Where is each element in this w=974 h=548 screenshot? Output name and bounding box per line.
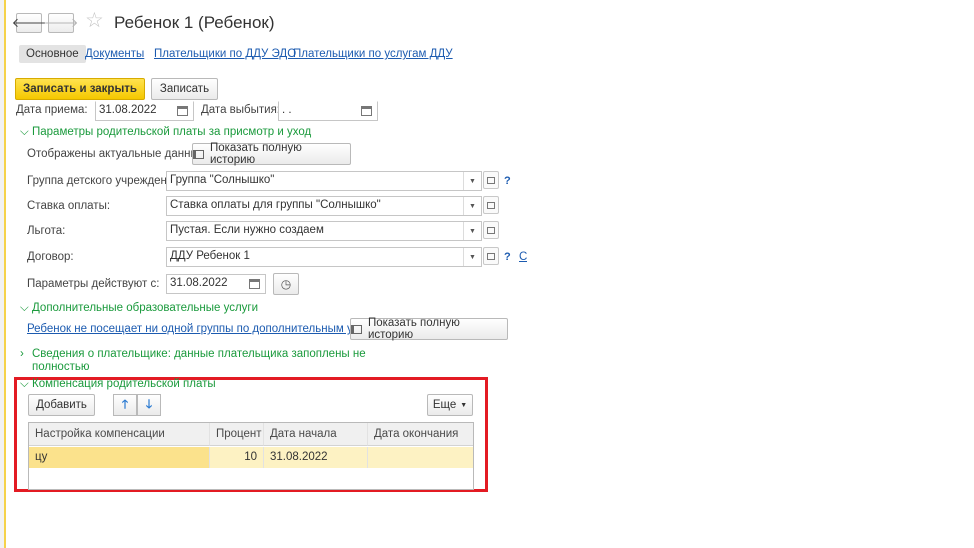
column-header[interactable]: Дата начала [264,423,368,446]
open-icon [487,201,495,209]
back-button[interactable]: 🡐 [12,13,46,33]
dropdown-arrow-icon[interactable]: ▼ [463,222,481,240]
group-select[interactable]: Группа "Солнышко" ▼ [166,171,482,191]
contract-label: Договор: [27,251,74,263]
help-icon[interactable]: ? [504,175,511,187]
history-list-icon [351,324,362,334]
arrow-left-icon: 🡐 [11,15,47,30]
payer-section-title-line1: Сведения о плательщике: данные плательщи… [32,348,366,360]
compensation-section-header[interactable]: ⌵ Компенсация родительской платы [20,378,216,391]
table-cell-start-date[interactable]: 31.08.2022 [264,447,368,468]
history-list-icon [193,149,204,159]
fee-section-header[interactable]: ⌵ Параметры родительской платы за присмот… [20,126,311,139]
leave-date-field[interactable]: . . [278,101,378,121]
show-history-label: Показать полную историю [209,142,302,166]
more-button[interactable]: Еще ▼ [427,394,473,416]
admit-date-value: 31.08.2022 [99,104,157,116]
show-history-button[interactable]: Показать полную историю [192,142,351,166]
tab-payers-services[interactable]: Плательщики по услугам ДДУ [293,48,453,60]
chevron-down-icon: ⌵ [20,378,29,390]
show-history-button[interactable]: Показать полную историю [350,317,508,341]
params-from-label: Параметры действуют с: [27,278,160,290]
fee-section-title: Параметры родительской платы за присмотр… [32,126,312,138]
dropdown-arrow-icon[interactable]: ▼ [463,172,481,190]
arrow-right-icon: 🡒 [43,15,79,30]
leave-date-label: Дата выбытия: [201,104,281,116]
table-cell-end-date[interactable] [368,447,473,468]
history-button[interactable]: ◷ [273,273,299,295]
benefit-label: Льгота: [27,225,66,237]
open-icon [487,252,495,260]
benefit-select[interactable]: Пустая. Если нужно создаем ▼ [166,221,482,241]
favorite-star-icon[interactable]: ☆ [85,10,104,31]
params-date-field[interactable]: 31.08.2022 [166,274,266,294]
open-item-button[interactable] [483,196,499,214]
help-icon[interactable]: ? [504,251,511,263]
rate-select[interactable]: Ставка оплаты для группы "Солнышко" ▼ [166,196,482,216]
chevron-right-icon: › [20,348,24,360]
actual-data-text: Отображены актуальные данные [27,148,206,160]
arrow-up-icon: 🡑 [121,396,129,411]
open-item-button[interactable] [483,171,499,189]
arrow-down-icon: 🡓 [145,396,153,411]
page-title: Ребенок 1 (Ребенок) [114,13,275,32]
save-and-close-button[interactable]: Записать и закрыть [15,78,145,100]
rate-label: Ставка оплаты: [27,200,111,212]
dropdown-arrow-icon[interactable]: ▼ [463,248,481,266]
forward-button[interactable]: 🡒 [44,13,78,33]
tab-payers-edo[interactable]: Плательщики по ДДУ ЭДО [154,48,296,60]
column-header[interactable]: Настройка компенсации [29,423,210,446]
form-accent-stripe [4,0,6,548]
open-icon [487,176,495,184]
payer-section-title-line2: полностью [32,361,90,373]
params-date-value: 31.08.2022 [170,277,228,289]
payer-section-header[interactable]: › Сведения о плательщике: данные плательщ… [20,348,366,374]
open-item-button[interactable] [483,247,499,265]
table-cell-setting[interactable]: цу [29,447,210,468]
contract-select[interactable]: ДДУ Ребенок 1 ▼ [166,247,482,267]
show-history-label: Показать полную историю [367,317,460,341]
leave-date-value: . . [282,104,292,116]
column-header[interactable]: Дата окончания [368,423,473,446]
compensation-title: Компенсация родительской платы [32,378,216,390]
group-label: Группа детского учреждения: [27,175,183,187]
chevron-down-icon: ⌵ [20,302,29,314]
extra-services-header[interactable]: ⌵ Дополнительные образовательные услуги [20,302,258,315]
benefit-value: Пустая. Если нужно создаем [170,224,324,236]
clock-icon: ◷ [280,277,292,291]
admit-date-field[interactable]: 31.08.2022 [95,101,194,121]
compensation-table[interactable]: Настройка компенсации Процент Дата начал… [28,422,474,490]
extra-services-title: Дополнительные образовательные услуги [32,302,259,314]
rate-value: Ставка оплаты для группы "Солнышко" [170,199,381,211]
more-label: Еще [432,399,457,411]
tab-documents[interactable]: Документы [85,48,144,60]
open-item-button[interactable] [483,221,499,239]
contract-value: ДДУ Ребенок 1 [170,250,250,262]
child-form: 🡐 🡒 ☆ Ребенок 1 (Ребенок) Основное Докум… [0,0,527,548]
add-button[interactable]: Добавить [28,394,95,416]
extra-services-link[interactable]: Ребенок не посещает ни одной группы по д… [27,323,389,335]
move-up-button[interactable]: 🡑 [113,394,137,416]
group-value: Группа "Солнышко" [170,174,275,186]
admit-date-label: Дата приема: [16,104,88,116]
caret-down-icon: ▼ [460,401,468,409]
chevron-down-icon: ⌵ [20,126,29,138]
dropdown-arrow-icon[interactable]: ▼ [463,197,481,215]
save-button[interactable]: Записать [151,78,218,100]
tab-main[interactable]: Основное [19,45,86,63]
contract-link[interactable]: Со [519,251,527,263]
column-header[interactable]: Процент [210,423,264,446]
table-cell-percent[interactable]: 10 [210,447,264,468]
calendar-icon[interactable] [361,106,372,116]
move-down-button[interactable]: 🡓 [137,394,161,416]
calendar-icon[interactable] [177,106,188,116]
open-icon [487,226,495,234]
calendar-icon[interactable] [249,279,260,289]
